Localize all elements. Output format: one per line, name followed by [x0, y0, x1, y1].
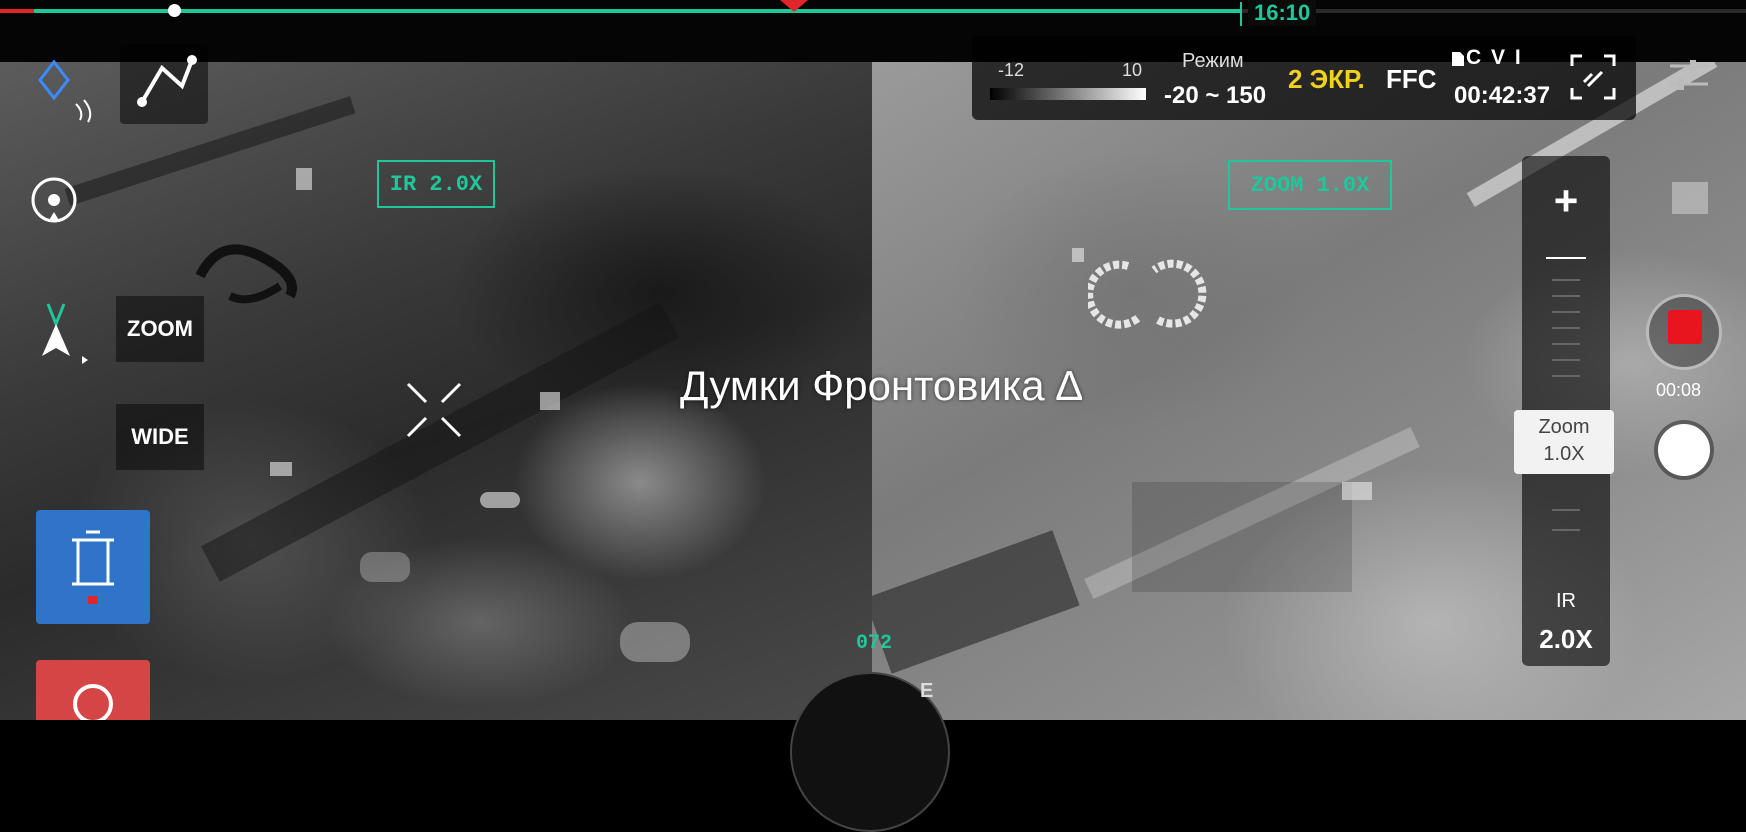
payload-icon [72, 530, 114, 604]
zoom-slider-track[interactable] [1540, 240, 1592, 400]
timeline-scrubber-handle[interactable] [168, 4, 181, 17]
timeline-progress [0, 9, 1242, 13]
stop-record-icon [1668, 310, 1702, 344]
route-button[interactable] [120, 44, 208, 124]
zoom-current-number: 1.0X [1543, 443, 1585, 465]
aircraft-heading-icon [42, 303, 88, 364]
zoom-current-label: Zoom [1538, 416, 1590, 438]
thermal-palette-bar[interactable] [990, 88, 1146, 100]
mode-range[interactable]: -20 ~ 150 [1164, 82, 1266, 110]
link-fullscreen-icon[interactable] [1568, 52, 1618, 102]
split-screen-toggle[interactable]: 2 ЭКР. [1288, 64, 1365, 95]
drone-signal-icon [38, 59, 92, 123]
timeline-position-marker [1240, 2, 1242, 26]
timeline-event-marker [780, 0, 808, 12]
palette-min-value: -12 [998, 60, 1025, 80]
recording-elapsed: 00:08 [1656, 380, 1702, 400]
ffc-button[interactable]: FFC [1386, 64, 1437, 95]
ir-mode-label[interactable]: IR [1522, 590, 1610, 613]
timeline-start-marker [0, 9, 34, 13]
channel-watermark: Думки Фронтовика ∆ [680, 362, 1083, 409]
zoom-in-button[interactable]: + [1522, 168, 1610, 234]
ir-mode-value[interactable]: 2.0X [1522, 624, 1610, 655]
photo-shutter-button[interactable] [1658, 424, 1710, 476]
wide-mode-button[interactable]: WIDE [116, 404, 204, 470]
zoom-slider-track-lower[interactable] [1540, 490, 1592, 570]
settings-sliders-icon[interactable] [1664, 54, 1714, 98]
ir-zoom-indicator: IR 2.0X [377, 160, 495, 208]
route-icon [137, 55, 197, 107]
zoom-level-indicator: ZOOM 1.0X [1228, 160, 1392, 210]
zoom-mode-button[interactable]: ZOOM [116, 296, 204, 362]
heading-value: 072 [856, 632, 893, 655]
sd-card-icon [1452, 52, 1464, 66]
storage-status: C V I [1466, 46, 1523, 69]
recording-time-remaining: 00:42:37 [1454, 82, 1551, 109]
target-icon [73, 684, 113, 724]
zoom-trench-shape [1088, 259, 1207, 329]
drop-button[interactable] [36, 660, 150, 724]
crosshair-icon [406, 382, 462, 438]
return-home-icon[interactable] [28, 174, 82, 234]
zoom-current-value[interactable]: Zoom 1.0X [1514, 410, 1614, 474]
mode-label: Режим [1182, 50, 1244, 72]
timeline-time: 16:10 [1248, 0, 1317, 26]
payload-button[interactable] [36, 510, 150, 624]
compass-direction-label: E [920, 680, 934, 702]
palette-max-value: 10 [1122, 60, 1143, 80]
